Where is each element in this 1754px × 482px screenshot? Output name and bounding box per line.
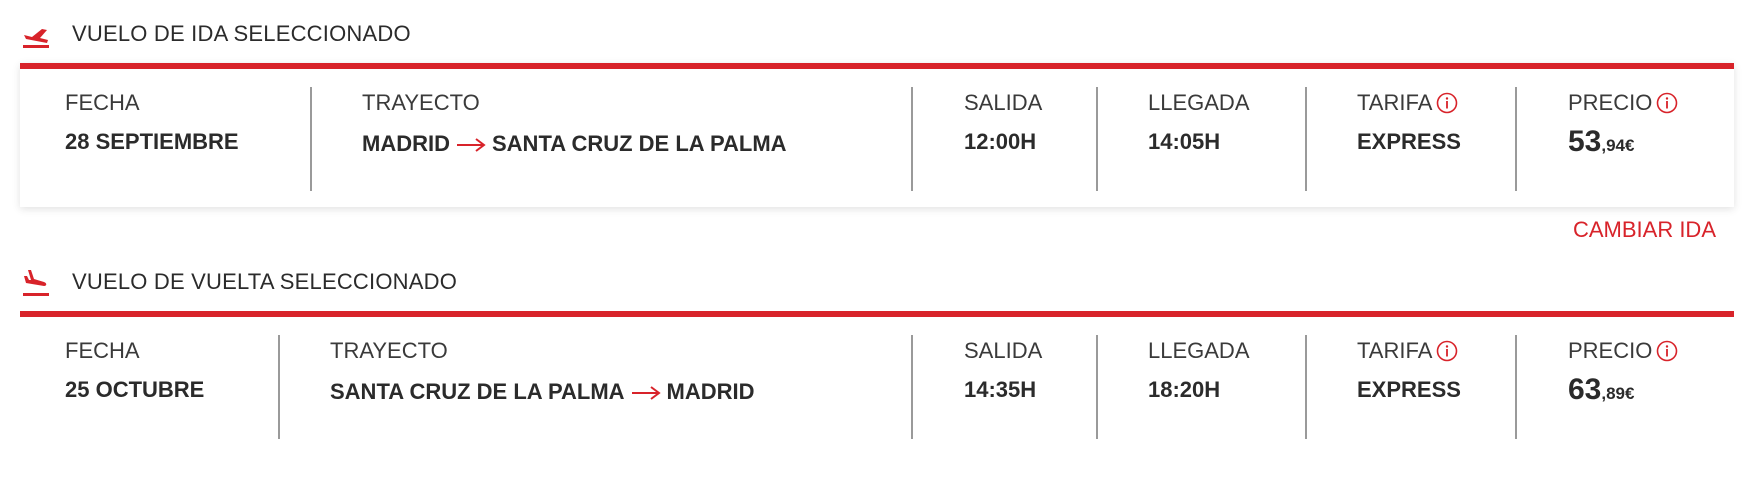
salida-value: 12:00H [964, 129, 1037, 154]
price-integer: 63 [1568, 373, 1602, 406]
divider [1305, 87, 1307, 191]
return-header: VUELO DE VUELTA SELECCIONADO [20, 262, 457, 302]
origin-city: MADRID [362, 131, 450, 156]
return-flight-card: FECHA 25 OCTUBRE TRAYECTO SANTA CRUZ DE … [20, 311, 1734, 441]
info-icon[interactable] [1436, 92, 1458, 114]
salida-value: 14:35H [964, 377, 1037, 402]
trayecto-label: TRAYECTO [330, 338, 448, 363]
tarifa-label-text: TARIFA [1357, 90, 1433, 115]
tarifa-column: TARIFA EXPRESS [1357, 89, 1461, 159]
trayecto-value: SANTA CRUZ DE LA PALMA MADRID [330, 377, 755, 407]
llegada-label: LLEGADA [1148, 90, 1250, 115]
divider [1305, 335, 1307, 439]
trayecto-column: TRAYECTO SANTA CRUZ DE LA PALMA MADRID [330, 337, 755, 407]
divider [1096, 335, 1098, 439]
trayecto-value: MADRID SANTA CRUZ DE LA PALMA [362, 129, 787, 159]
info-icon[interactable] [1656, 92, 1678, 114]
price-decimal: ,94€ [1601, 136, 1635, 155]
outbound-flight-card: FECHA 28 SEPTIEMBRE TRAYECTO MADRID SANT… [20, 63, 1734, 207]
llegada-value: 14:05H [1148, 129, 1221, 154]
arrow-right-icon [456, 131, 486, 157]
outbound-header: VUELO DE IDA SELECCIONADO [20, 14, 411, 54]
divider [1515, 335, 1517, 439]
divider [911, 335, 913, 439]
divider [278, 335, 280, 439]
salida-label: SALIDA [964, 338, 1043, 363]
precio-label-text: PRECIO [1568, 90, 1653, 115]
fecha-label: FECHA [65, 338, 140, 363]
divider [911, 87, 913, 191]
fecha-label: FECHA [65, 90, 140, 115]
fecha-value: 28 SEPTIEMBRE [65, 129, 239, 154]
fecha-column: FECHA 25 OCTUBRE [65, 337, 204, 407]
precio-value: 53,94€ [1568, 125, 1678, 158]
fecha-value: 25 OCTUBRE [65, 377, 205, 402]
info-icon[interactable] [1656, 340, 1678, 362]
divider [1096, 87, 1098, 191]
outbound-title: VUELO DE IDA SELECCIONADO [72, 21, 411, 46]
plane-takeoff-icon [23, 29, 49, 48]
tarifa-label: TARIFA [1357, 89, 1461, 117]
precio-label: PRECIO [1568, 89, 1678, 117]
fecha-column: FECHA 28 SEPTIEMBRE [65, 89, 239, 159]
tarifa-label: TARIFA [1357, 337, 1461, 365]
salida-column: SALIDA 12:00H [964, 89, 1042, 159]
trayecto-label: TRAYECTO [362, 90, 480, 115]
precio-column: PRECIO 63,89€ [1568, 337, 1678, 406]
origin-city: SANTA CRUZ DE LA PALMA [330, 379, 625, 404]
llegada-value: 18:20H [1148, 377, 1221, 402]
divider [1515, 87, 1517, 191]
precio-value: 63,89€ [1568, 373, 1678, 406]
tarifa-label-text: TARIFA [1357, 338, 1433, 363]
precio-label: PRECIO [1568, 337, 1678, 365]
salida-column: SALIDA 14:35H [964, 337, 1042, 407]
divider [310, 87, 312, 191]
tarifa-column: TARIFA EXPRESS [1357, 337, 1461, 407]
price-integer: 53 [1568, 125, 1602, 158]
salida-label: SALIDA [964, 90, 1043, 115]
llegada-column: LLEGADA 18:20H [1148, 337, 1250, 407]
llegada-column: LLEGADA 14:05H [1148, 89, 1250, 159]
precio-label-text: PRECIO [1568, 338, 1653, 363]
price-decimal: ,89€ [1601, 384, 1635, 403]
plane-landing-icon [23, 270, 49, 296]
precio-column: PRECIO 53,94€ [1568, 89, 1678, 158]
tarifa-value: EXPRESS [1357, 129, 1461, 154]
arrow-right-icon [631, 379, 661, 405]
trayecto-column: TRAYECTO MADRID SANTA CRUZ DE LA PALMA [362, 89, 787, 159]
return-title: VUELO DE VUELTA SELECCIONADO [72, 269, 458, 294]
tarifa-value: EXPRESS [1357, 377, 1461, 402]
change-outbound-link[interactable]: CAMBIAR IDA [1573, 217, 1716, 243]
llegada-label: LLEGADA [1148, 338, 1250, 363]
destination-city: MADRID [666, 379, 755, 404]
destination-city: SANTA CRUZ DE LA PALMA [492, 131, 787, 156]
info-icon[interactable] [1436, 340, 1458, 362]
